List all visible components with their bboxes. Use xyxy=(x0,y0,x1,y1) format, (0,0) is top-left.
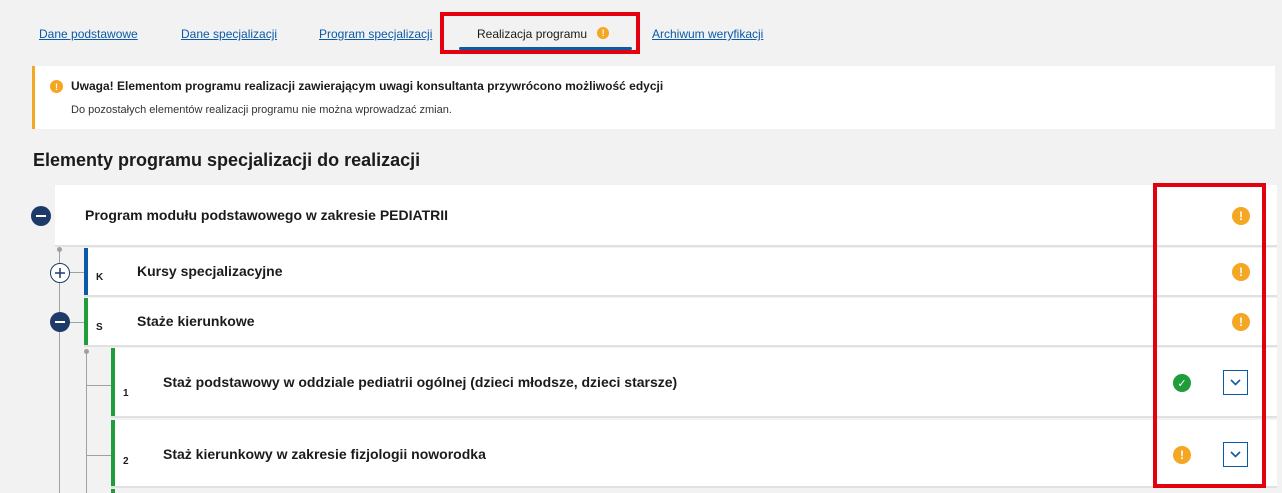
tree-item-row[interactable]: 1 Staż podstawowy w oddziale pediatrii o… xyxy=(111,348,1277,418)
group-letter: S xyxy=(96,322,103,333)
item-label: Staż kierunkowy w zakresie fizjologii no… xyxy=(163,446,486,462)
minus-icon xyxy=(36,215,46,217)
group-letter: K xyxy=(96,272,104,283)
tree-group-row-kursy[interactable]: K Kursy specjalizacyjne ! xyxy=(84,248,1277,297)
tree-connector xyxy=(86,455,111,456)
group-color-stripe xyxy=(84,248,88,295)
item-label: Staż podstawowy w oddziale pediatrii ogó… xyxy=(163,374,678,390)
tree-root-label: Program modułu podstawowego w zakresie P… xyxy=(85,207,449,223)
warning-alert: ! Uwaga! Elementom programu realizacji z… xyxy=(32,66,1275,129)
tree-connector-dot xyxy=(57,247,62,252)
item-number: 1 xyxy=(123,388,129,399)
group-color-stripe xyxy=(84,298,88,345)
tab-dane-podstawowe[interactable]: Dane podstawowe xyxy=(39,27,138,41)
tab-bar: Dane podstawowe Dane specjalizacji Progr… xyxy=(0,0,1282,62)
tree-root-row[interactable]: Program modułu podstawowego w zakresie P… xyxy=(55,185,1277,247)
highlight-box-tab xyxy=(440,12,640,54)
tab-program-specjalizacji[interactable]: Program specjalizacji xyxy=(319,27,432,41)
item-color-stripe xyxy=(111,420,115,486)
alert-title: Uwaga! Elementom programu realizacji zaw… xyxy=(71,79,664,93)
item-number: 2 xyxy=(123,456,129,467)
tree-connector xyxy=(86,385,111,386)
group-label: Staże kierunkowe xyxy=(137,313,255,329)
tab-dane-specjalizacji[interactable]: Dane specjalizacji xyxy=(181,27,277,41)
minus-icon xyxy=(55,321,65,323)
tree-connector xyxy=(69,322,84,323)
warning-icon: ! xyxy=(50,80,63,93)
tree-connector xyxy=(86,352,87,493)
tab-archiwum-weryfikacji[interactable]: Archiwum weryfikacji xyxy=(652,27,763,41)
tree-connector xyxy=(69,272,84,273)
tree-item-row[interactable]: 2 Staż kierunkowy w zakresie fizjologii … xyxy=(111,420,1277,488)
section-title: Elementy programu specjalizacji do reali… xyxy=(33,150,421,170)
highlight-box-status xyxy=(1153,183,1266,488)
tree-connector xyxy=(59,250,60,493)
expand-toggle-kursy[interactable] xyxy=(50,263,70,283)
next-item-stripe xyxy=(111,489,115,493)
plus-icon xyxy=(55,268,65,278)
tree-group-row-staze[interactable]: S Staże kierunkowe ! xyxy=(84,298,1277,347)
alert-body: Do pozostałych elementów realizacji prog… xyxy=(71,104,452,116)
item-color-stripe xyxy=(111,348,115,416)
group-label: Kursy specjalizacyjne xyxy=(137,263,283,279)
tree-connector-dot xyxy=(84,349,89,354)
collapse-toggle-staze[interactable] xyxy=(50,312,70,332)
collapse-toggle-root[interactable] xyxy=(31,206,51,226)
